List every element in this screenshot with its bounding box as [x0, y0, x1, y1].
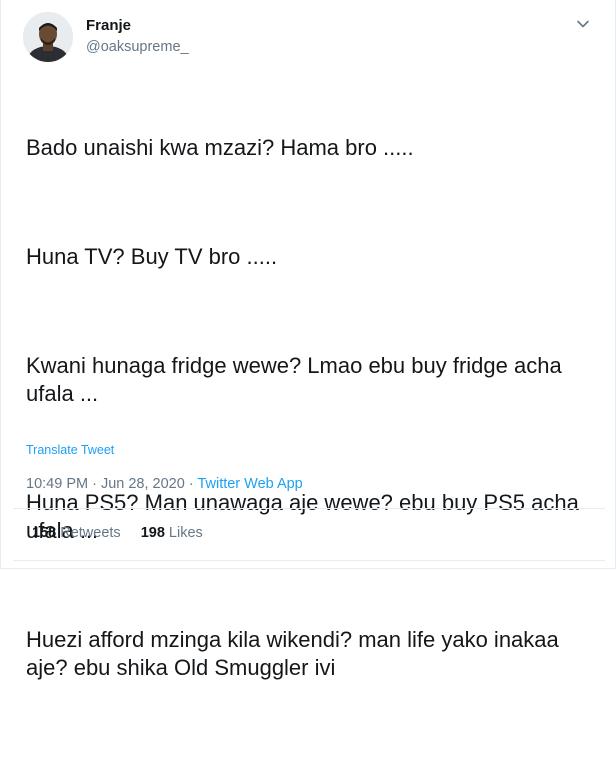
user-names: Franje @oaksupreme_: [86, 16, 189, 57]
tweet-metadata: 10:49 PM · Jun 28, 2020 · Twitter Web Ap…: [26, 474, 303, 494]
likes-stat[interactable]: 198 Likes: [141, 523, 203, 543]
tweet-card: Franje @oaksupreme_ Bado unaishi kwa mza…: [0, 0, 616, 680]
likes-label: Likes: [168, 525, 203, 541]
source-app-link[interactable]: Twitter Web App: [197, 476, 302, 492]
tweet-paragraph: Huezi afford mzinga kila wikendi? man li…: [26, 627, 565, 680]
retweets-count: 158: [32, 525, 57, 541]
tweet-stats: 158 Retweets 198 Likes: [32, 523, 203, 543]
divider: [13, 508, 605, 509]
retweets-stat[interactable]: 158 Retweets: [32, 523, 121, 543]
chevron-down-icon: [577, 20, 589, 28]
divider: [13, 560, 605, 561]
display-name[interactable]: Franje: [86, 16, 189, 36]
tweet-header: Franje @oaksupreme_: [23, 12, 593, 62]
translate-tweet-link[interactable]: Translate Tweet: [26, 443, 114, 457]
tweet-timestamp[interactable]: 10:49 PM · Jun 28, 2020 ·: [26, 476, 197, 492]
tweet-paragraph: Huna TV? Buy TV bro .....: [26, 244, 278, 269]
tweet-paragraph: Kwani hunaga fridge wewe? Lmao ebu buy f…: [26, 353, 568, 406]
tweet-text: Bado unaishi kwa mzazi? Hama bro ..... H…: [26, 78, 596, 763]
tweet-paragraph: Bado unaishi kwa mzazi? Hama bro .....: [26, 135, 414, 160]
avatar[interactable]: [23, 12, 73, 62]
retweets-label: Retweets: [60, 525, 121, 541]
user-handle[interactable]: @oaksupreme_: [86, 37, 189, 57]
likes-count: 198: [140, 525, 165, 541]
tweet-menu-button[interactable]: [573, 14, 593, 34]
